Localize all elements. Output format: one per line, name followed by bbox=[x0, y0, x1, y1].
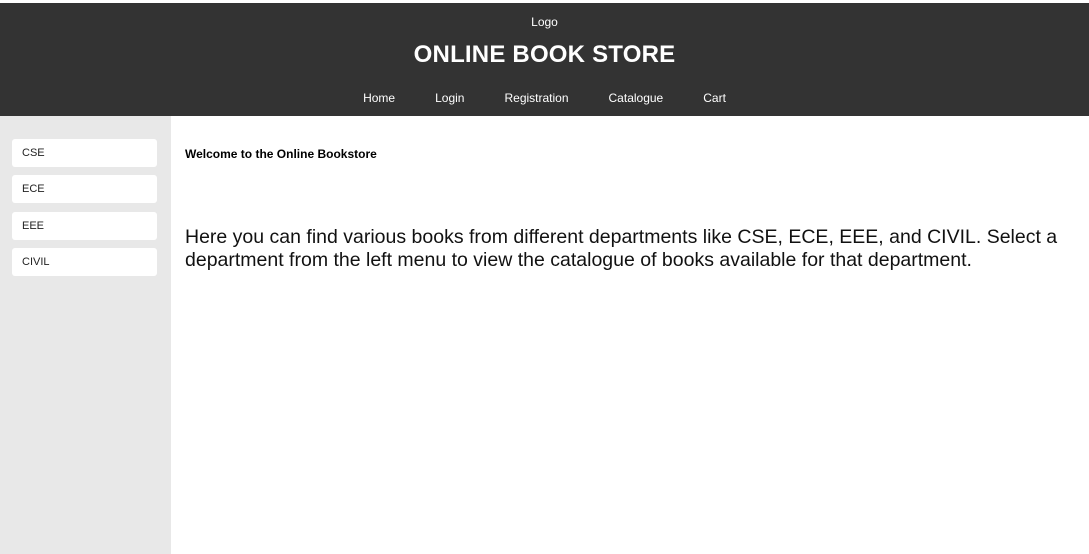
intro-text: Here you can find various books from dif… bbox=[185, 226, 1058, 271]
welcome-heading: Welcome to the Online Bookstore bbox=[185, 147, 377, 161]
sidebar-item-civil[interactable]: CIVIL bbox=[12, 248, 157, 276]
site-title: ONLINE BOOK STORE bbox=[413, 41, 676, 68]
nav-link-home[interactable]: Home bbox=[343, 91, 415, 105]
site-header: Logo ONLINE BOOK STORE Home Login Regist… bbox=[0, 3, 1089, 116]
main-content: Welcome to the Online Bookstore Here you… bbox=[171, 116, 1089, 554]
sidebar-item-ece[interactable]: ECE bbox=[12, 175, 157, 203]
nav-link-cart[interactable]: Cart bbox=[683, 91, 746, 105]
sidebar-item-cse[interactable]: CSE bbox=[12, 139, 157, 167]
nav-link-login[interactable]: Login bbox=[415, 91, 484, 105]
nav-link-registration[interactable]: Registration bbox=[484, 91, 588, 105]
sidebar-item-eee[interactable]: EEE bbox=[12, 212, 157, 240]
logo: Logo bbox=[531, 15, 558, 29]
main-nav: Home Login Registration Catalogue Cart bbox=[0, 91, 1089, 105]
department-sidebar: CSE ECE EEE CIVIL bbox=[0, 116, 171, 554]
nav-link-catalogue[interactable]: Catalogue bbox=[589, 91, 684, 105]
